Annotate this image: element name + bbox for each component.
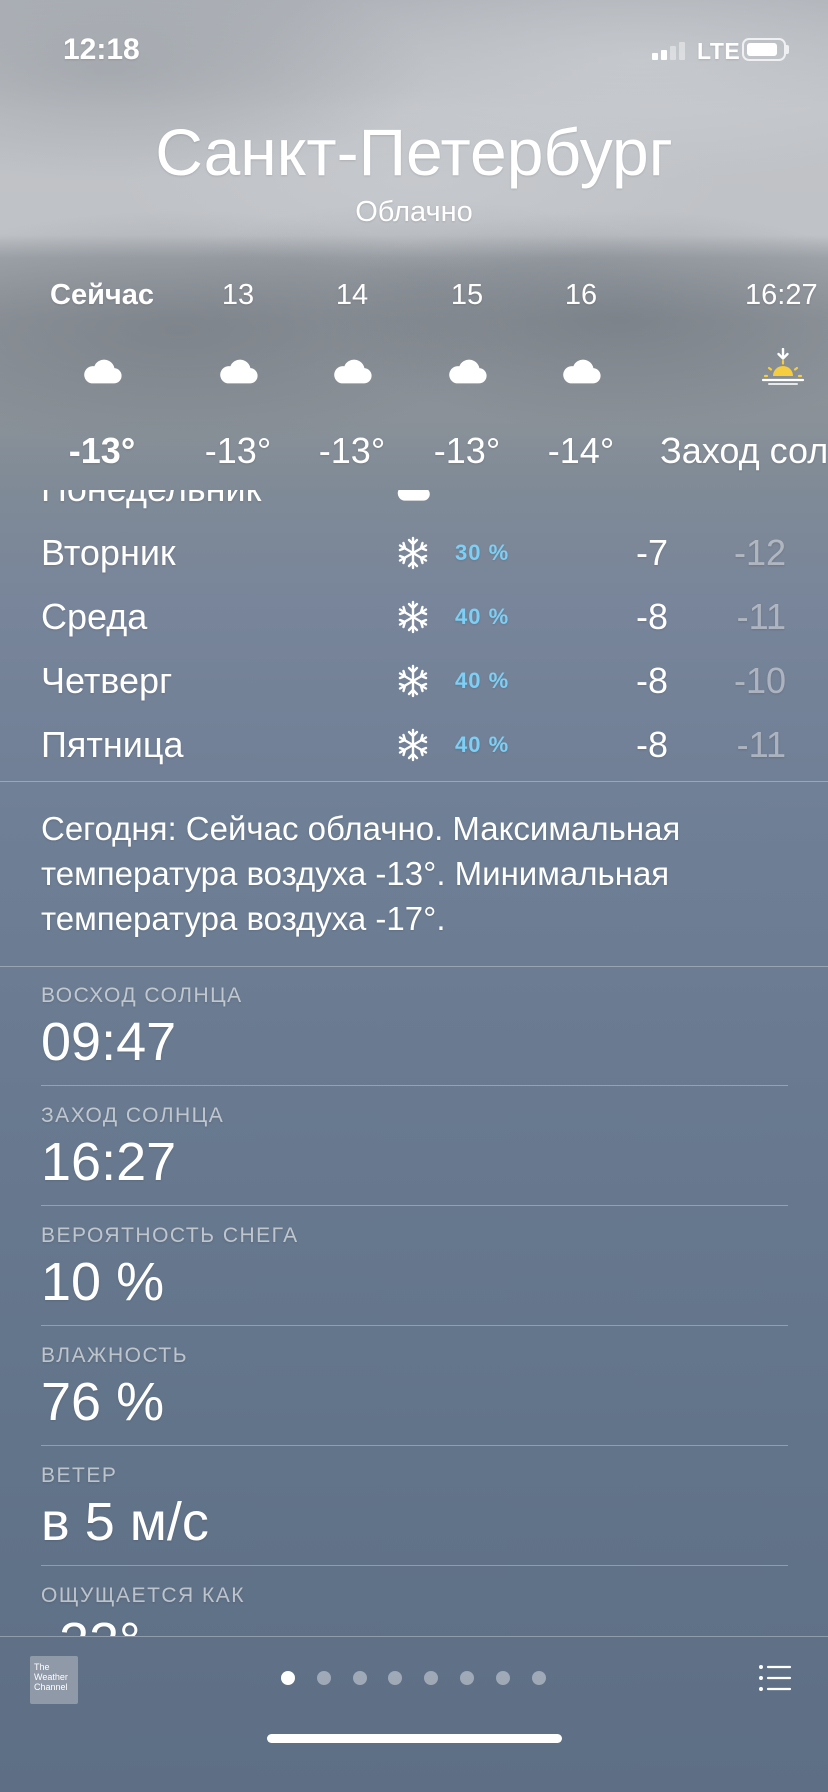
cloud-icon — [563, 359, 601, 384]
logo-text: The — [34, 1662, 50, 1672]
cloud-icon — [334, 359, 372, 384]
low-temp: -12 — [733, 532, 786, 573]
current-condition: Облачно — [355, 196, 473, 228]
hour-label: Сейчас — [50, 279, 154, 311]
precip-chance: 30 % — [455, 540, 510, 565]
weather-details[interactable]: ВОСХОД СОЛНЦА 09:47 ЗАХОД СОЛНЦА 16:27 В… — [0, 966, 828, 1636]
daily-row: Среда 40 % -8 -11 — [0, 585, 828, 649]
high-temp: -7 — [635, 532, 668, 573]
detail-sunset: ЗАХОД СОЛНЦА 16:27 — [0, 1086, 828, 1206]
cloud-icon — [220, 359, 258, 384]
hour-label: 14 — [335, 279, 369, 311]
daily-row: Пятница 40 % -8 -11 — [0, 713, 828, 777]
high-temp: -8 — [635, 724, 668, 765]
today-summary: Сегодня: Сейчас облачно. Максимальная те… — [41, 810, 681, 937]
snowflake-icon — [398, 536, 428, 570]
detail-sunrise: ВОСХОД СОЛНЦА 09:47 — [0, 966, 828, 1086]
cloud-icon — [84, 359, 122, 384]
daily-row: Вторник 30 % -7 -12 — [0, 521, 828, 585]
page-dot[interactable] — [424, 1671, 438, 1685]
day-name: Пятница — [41, 724, 184, 765]
page-dot[interactable] — [496, 1671, 510, 1685]
detail-label: ВЕТЕР — [41, 1464, 118, 1487]
hourly-item: 16 -14° — [526, 260, 636, 480]
hourly-item-sunset: 16:27 Заход сол — [660, 260, 828, 480]
hourly-item: 15 -13° — [412, 260, 522, 480]
cloud-icon — [449, 359, 487, 384]
hourly-forecast[interactable]: Сейчас -13° 13 -13° 14 -13° 15 -13° 16 -… — [0, 260, 828, 480]
low-temp: -11 — [736, 724, 786, 765]
sunset-icon — [761, 348, 805, 385]
detail-value: 16:27 — [41, 1132, 177, 1192]
day-name: Четверг — [41, 660, 173, 701]
network-type: LTE — [697, 38, 741, 64]
day-name: Среда — [41, 596, 148, 637]
page-dot[interactable] — [317, 1671, 331, 1685]
snowflake-icon — [398, 664, 428, 698]
detail-label: ВЕРОЯТНОСТЬ СНЕГА — [41, 1224, 299, 1247]
page-dot[interactable] — [532, 1671, 546, 1685]
daily-forecast[interactable]: Понедельник Вторник 30 % -7 -12 Среда 4 — [0, 490, 828, 781]
hourly-item: 13 -13° — [183, 260, 293, 480]
high-temp: -8 — [635, 660, 668, 701]
sunset-label: Заход сол — [660, 430, 828, 471]
detail-feels-like: ОЩУЩАЕТСЯ КАК -22° — [0, 1566, 828, 1636]
hour-label: 16 — [564, 279, 598, 311]
page-dot[interactable] — [353, 1671, 367, 1685]
battery-icon — [742, 38, 786, 61]
page-indicator[interactable] — [0, 1671, 828, 1685]
hour-temp: -13° — [204, 430, 272, 471]
page-dot-active[interactable] — [281, 1671, 295, 1685]
low-temp: -11 — [736, 596, 786, 637]
detail-label: ЗАХОД СОЛНЦА — [41, 1104, 225, 1127]
divider — [0, 781, 828, 782]
detail-label: ВОСХОД СОЛНЦА — [41, 984, 243, 1007]
footer-divider — [0, 1636, 828, 1637]
list-icon[interactable] — [758, 1662, 792, 1694]
high-temp: -8 — [635, 596, 668, 637]
hourly-item-now: Сейчас -13° — [32, 260, 172, 480]
precip-chance: 40 % — [455, 668, 510, 693]
detail-value: 76 % — [41, 1372, 165, 1432]
home-indicator[interactable] — [267, 1734, 562, 1743]
precip-chance: 40 % — [455, 604, 510, 629]
detail-wind: ВЕТЕР в 5 м/с — [0, 1446, 828, 1566]
hour-temp: -13° — [318, 430, 386, 471]
detail-label: ОЩУЩАЕТСЯ КАК — [41, 1584, 246, 1607]
low-temp: -10 — [733, 660, 786, 701]
cloud-icon — [397, 490, 430, 501]
precip-chance: 40 % — [455, 732, 510, 757]
detail-label: ВЛАЖНОСТЬ — [41, 1344, 189, 1367]
hourly-item: 14 -13° — [297, 260, 407, 480]
status-time: 12:18 — [63, 33, 140, 66]
page-dot[interactable] — [460, 1671, 474, 1685]
daily-row: Четверг 40 % -8 -10 — [0, 649, 828, 713]
snowflake-icon — [398, 728, 428, 762]
day-name: Вторник — [41, 532, 176, 573]
hour-label: 16:27 — [745, 279, 818, 311]
snowflake-icon — [398, 600, 428, 634]
battery-nub — [786, 45, 789, 54]
detail-value: 10 % — [41, 1252, 165, 1312]
hour-temp: -14° — [547, 430, 615, 471]
detail-value: в 5 м/с — [41, 1492, 209, 1552]
hour-temp: -13° — [433, 430, 501, 471]
signal-icon — [652, 40, 688, 60]
hour-label: 13 — [221, 279, 255, 311]
detail-humidity: ВЛАЖНОСТЬ 76 % — [0, 1326, 828, 1446]
hour-temp: -13° — [68, 430, 136, 471]
page-dot[interactable] — [388, 1671, 402, 1685]
detail-value: -22° — [41, 1614, 141, 1636]
daily-row: Понедельник — [0, 490, 828, 521]
hour-label: 15 — [450, 279, 484, 311]
detail-value: 09:47 — [41, 1012, 177, 1072]
city-name: Санкт-Петербург — [155, 115, 673, 189]
day-name: Понедельник — [41, 490, 261, 521]
detail-snow-chance: ВЕРОЯТНОСТЬ СНЕГА 10 % — [0, 1206, 828, 1326]
